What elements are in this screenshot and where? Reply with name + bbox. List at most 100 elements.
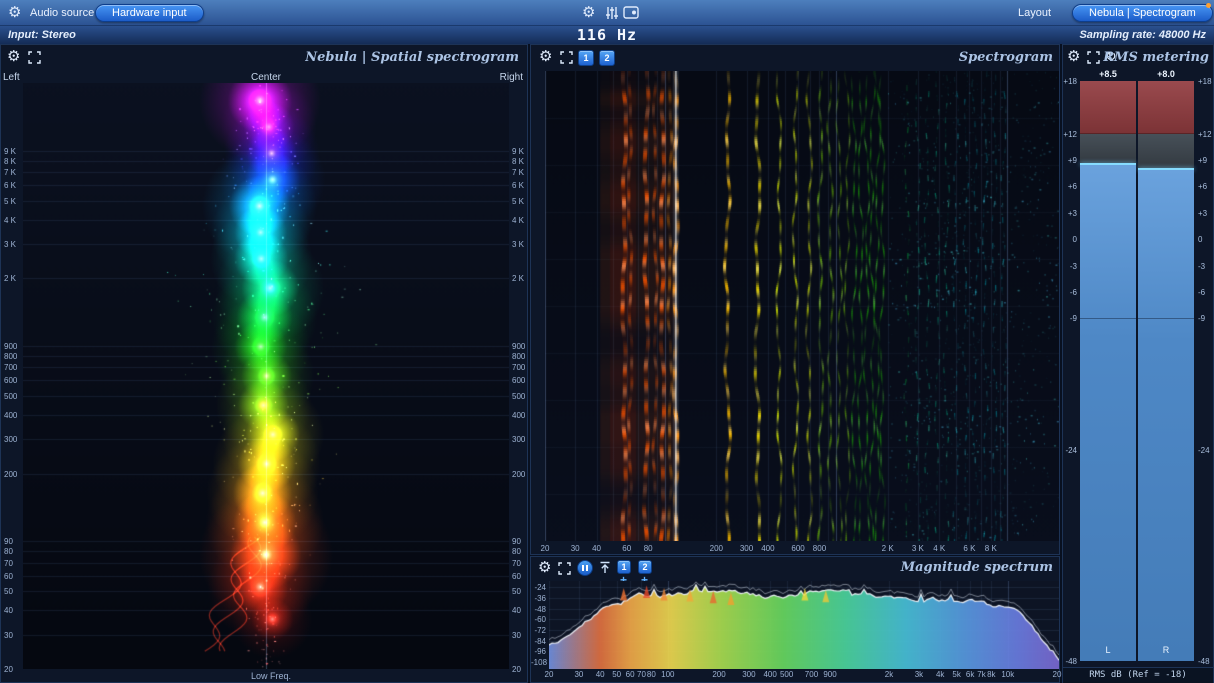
display-icon[interactable] xyxy=(623,6,639,24)
spectrogram-display[interactable] xyxy=(545,71,1059,541)
rms-settings-gear-icon[interactable]: ⚙ xyxy=(1067,49,1080,64)
spectrogram-view-2-button[interactable]: 2 xyxy=(599,50,615,66)
magnitude-trace-2-button[interactable]: 2 xyxy=(638,560,652,574)
spatial-freq-label: 8 K xyxy=(4,156,17,166)
audio-source-label: Audio source xyxy=(30,7,95,19)
spectrogram-panel-title: Spectrogram xyxy=(958,50,1053,65)
rms-fullscreen-icon[interactable] xyxy=(1087,51,1100,69)
layout-preset-button[interactable]: Nebula | Spectrogram xyxy=(1072,4,1213,22)
spectrogram-x-label: 8 K xyxy=(984,544,997,553)
rms-scale-label: +3 xyxy=(1198,208,1208,218)
frequency-readout: 116 Hz xyxy=(576,26,638,44)
spatial-freq-label: 6 K xyxy=(4,181,17,191)
hardware-input-button[interactable]: Hardware input xyxy=(95,4,204,22)
spectrogram-x-label: 6 K xyxy=(963,544,976,553)
magnitude-x-label: 3k xyxy=(914,670,924,679)
spatial-freq-label: 5 K xyxy=(4,196,17,206)
spatial-freq-label: 400 xyxy=(512,410,526,420)
spatial-freq-label: 80 xyxy=(4,547,13,557)
rms-meter-r: R xyxy=(1138,81,1194,661)
spectrogram-settings-gear-icon[interactable]: ⚙ xyxy=(539,49,552,64)
spatial-freq-label: 90 xyxy=(4,537,13,547)
magnitude-x-label: 900 xyxy=(823,670,837,679)
magnitude-x-label: 40 xyxy=(595,670,605,679)
axis-label-left: Left xyxy=(3,72,20,83)
magnitude-x-label: 10k xyxy=(1001,670,1015,679)
pause-button[interactable] xyxy=(577,560,593,576)
rms-scale-label: 0 xyxy=(1198,235,1203,245)
magnitude-panel-title: Magnitude spectrum xyxy=(900,560,1053,575)
meter-segment xyxy=(1080,133,1136,164)
spatial-freq-label: 9 K xyxy=(4,146,17,156)
rms-footer-label: RMS dB (Ref = -18) xyxy=(1063,667,1213,683)
spectrogram-x-label: 30 xyxy=(570,544,580,553)
magnitude-x-label: 100 xyxy=(661,670,675,679)
magnitude-x-label: 80 xyxy=(646,670,656,679)
magnitude-trace-1-button[interactable]: 1 xyxy=(617,560,631,574)
rms-scale-label: +6 xyxy=(1198,182,1208,192)
spatial-freq-label: 300 xyxy=(4,435,18,445)
rms-scale-label: +12 xyxy=(1198,129,1212,139)
global-settings-gear-icon[interactable]: ⚙ xyxy=(582,5,595,20)
top-bar: ⚙ Audio source Hardware input ⚙ Layout N… xyxy=(0,0,1214,44)
spectrogram-x-label: 40 xyxy=(592,544,602,553)
rms-scale-label: -9 xyxy=(1198,314,1206,324)
meter-segment xyxy=(1138,133,1194,168)
spatial-freq-label: 200 xyxy=(512,469,526,479)
rms-value-right: +8.0 xyxy=(1157,69,1175,79)
app-root: ⚙ Audio source Hardware input ⚙ Layout N… xyxy=(0,0,1214,683)
magnitude-spectrum-display[interactable] xyxy=(549,581,1059,669)
sliders-icon[interactable] xyxy=(605,6,619,25)
spatial-freq-label: 20 xyxy=(4,665,13,674)
magnitude-x-label: 6k xyxy=(965,670,975,679)
magnitude-y-label: -48 xyxy=(534,604,546,614)
spatial-freq-label: 700 xyxy=(4,363,18,373)
magnitude-y-label: -96 xyxy=(534,647,546,657)
magnitude-y-label: -36 xyxy=(534,593,546,603)
spatial-settings-gear-icon[interactable]: ⚙ xyxy=(7,49,20,64)
spectrogram-fullscreen-icon[interactable] xyxy=(560,51,573,69)
spectrogram-x-label: 400 xyxy=(761,544,775,553)
magnitude-x-label: 7k xyxy=(977,670,986,679)
spatial-freq-label: 60 xyxy=(512,571,521,581)
magnitude-y-label: -72 xyxy=(534,625,546,635)
rms-scale-label: +18 xyxy=(1198,77,1212,86)
spectrogram-x-label: 600 xyxy=(791,544,805,553)
spectrogram-x-label: 200 xyxy=(709,544,723,553)
magnitude-x-label: 70 xyxy=(637,670,646,679)
spatial-freq-label: 20 xyxy=(512,665,521,674)
spatial-freq-label: 70 xyxy=(4,558,13,568)
spatial-spectrogram-display[interactable] xyxy=(23,83,509,669)
spectrogram-x-label: 300 xyxy=(739,544,754,553)
spatial-freq-label: 300 xyxy=(512,435,526,445)
magnitude-x-label: 400 xyxy=(763,670,777,679)
meter-segment xyxy=(1138,318,1194,320)
layout-label: Layout xyxy=(1018,7,1052,19)
magnitude-x-label: 5k xyxy=(952,670,961,679)
audio-source-gear-icon[interactable]: ⚙ xyxy=(8,5,21,20)
spatial-freq-label: 70 xyxy=(512,558,521,568)
magnitude-settings-gear-icon[interactable]: ⚙ xyxy=(538,560,551,575)
spectrogram-view-1-button[interactable]: 1 xyxy=(578,50,594,66)
spatial-freq-label: 4 K xyxy=(4,215,17,225)
magnitude-x-label: 20 xyxy=(544,670,554,679)
spatial-freq-label: 90 xyxy=(512,537,521,547)
channel-label: R xyxy=(1162,645,1170,655)
rms-value-left: +8.5 xyxy=(1099,69,1117,79)
peak-hold-reset-icon[interactable] xyxy=(599,561,611,579)
magnitude-y-label: -108 xyxy=(531,657,548,667)
spatial-fullscreen-icon[interactable] xyxy=(28,51,41,69)
magnitude-x-label: 2k xyxy=(884,670,894,679)
magnitude-fullscreen-icon[interactable] xyxy=(558,562,571,580)
magnitude-x-label: 60 xyxy=(625,670,635,679)
spatial-freq-label: 50 xyxy=(512,587,521,597)
sampling-rate-label: Sampling rate: 48000 Hz xyxy=(1079,29,1206,41)
rms-scale-label: +9 xyxy=(1198,156,1208,166)
rms-metering-panel: ⚙ ↻ RMS metering +8.5 +8.0 +18 +12 +9 +6 +3 0… xyxy=(1062,44,1214,683)
spatial-freq-label: 4 K xyxy=(512,215,525,225)
spectrogram-x-label: 3 K xyxy=(911,544,924,553)
spatial-freq-label: 900 xyxy=(4,342,18,352)
meter-segment xyxy=(1080,318,1136,320)
spatial-freq-label: 2 K xyxy=(4,274,17,284)
spatial-freq-label: 800 xyxy=(512,352,526,362)
